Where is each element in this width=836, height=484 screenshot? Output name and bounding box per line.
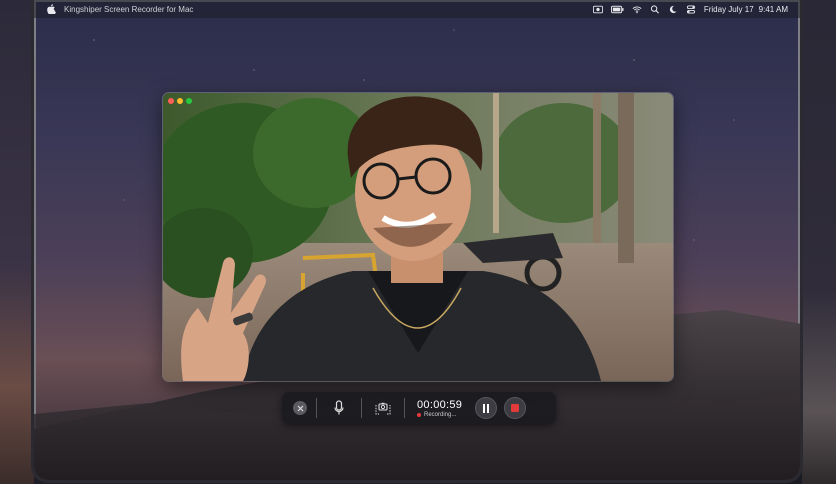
recording-label-row: Recording... xyxy=(417,412,462,418)
divider xyxy=(404,398,405,418)
desktop-background-left xyxy=(0,0,34,484)
window-close-button[interactable] xyxy=(168,98,174,104)
control-center-icon[interactable] xyxy=(686,4,696,14)
webcam-photo xyxy=(163,93,673,381)
wifi-icon[interactable] xyxy=(632,5,642,14)
do-not-disturb-icon[interactable] xyxy=(668,5,678,14)
menu-bar: Kingshiper Screen Recorder for Mac Frida… xyxy=(34,0,800,18)
pause-button[interactable] xyxy=(475,397,498,419)
divider xyxy=(316,398,317,418)
webcam-preview-window[interactable] xyxy=(163,93,673,381)
recording-status-text: Recording... xyxy=(424,411,457,418)
menubar-time: 9:41 AM xyxy=(758,4,788,14)
app-name-menu[interactable]: Kingshiper Screen Recorder for Mac xyxy=(64,5,193,14)
stop-icon xyxy=(511,404,520,412)
close-icon xyxy=(297,405,303,411)
pause-icon xyxy=(483,403,490,413)
laptop-screen: Kingshiper Screen Recorder for Mac Frida… xyxy=(34,0,800,480)
menubar-clock[interactable]: Friday July 17 9:41 AM xyxy=(704,5,788,14)
battery-icon[interactable] xyxy=(610,5,624,14)
screenshot-button[interactable] xyxy=(374,399,392,417)
camera-screenshot-icon xyxy=(375,402,391,414)
desktop-background-right xyxy=(802,0,836,484)
recording-timer: 00:00:59 xyxy=(417,398,463,411)
window-zoom-button[interactable] xyxy=(186,98,192,104)
recording-control-bar: 00:00:59 Recording... xyxy=(282,392,556,424)
menubar-date: Friday July 17 xyxy=(703,4,754,14)
apple-menu-icon[interactable] xyxy=(46,4,56,14)
close-button[interactable] xyxy=(293,401,307,415)
recording-status: 00:00:59 Recording... xyxy=(417,399,462,418)
microphone-icon xyxy=(334,400,344,415)
screen-record-icon[interactable] xyxy=(592,5,603,14)
stop-button[interactable] xyxy=(504,397,527,419)
divider xyxy=(361,398,362,418)
microphone-button[interactable] xyxy=(331,398,347,418)
spotlight-search-icon[interactable] xyxy=(650,4,660,14)
status-area: Friday July 17 9:41 AM xyxy=(592,4,788,14)
window-minimize-button[interactable] xyxy=(177,98,183,104)
recording-dot-icon xyxy=(417,412,421,417)
